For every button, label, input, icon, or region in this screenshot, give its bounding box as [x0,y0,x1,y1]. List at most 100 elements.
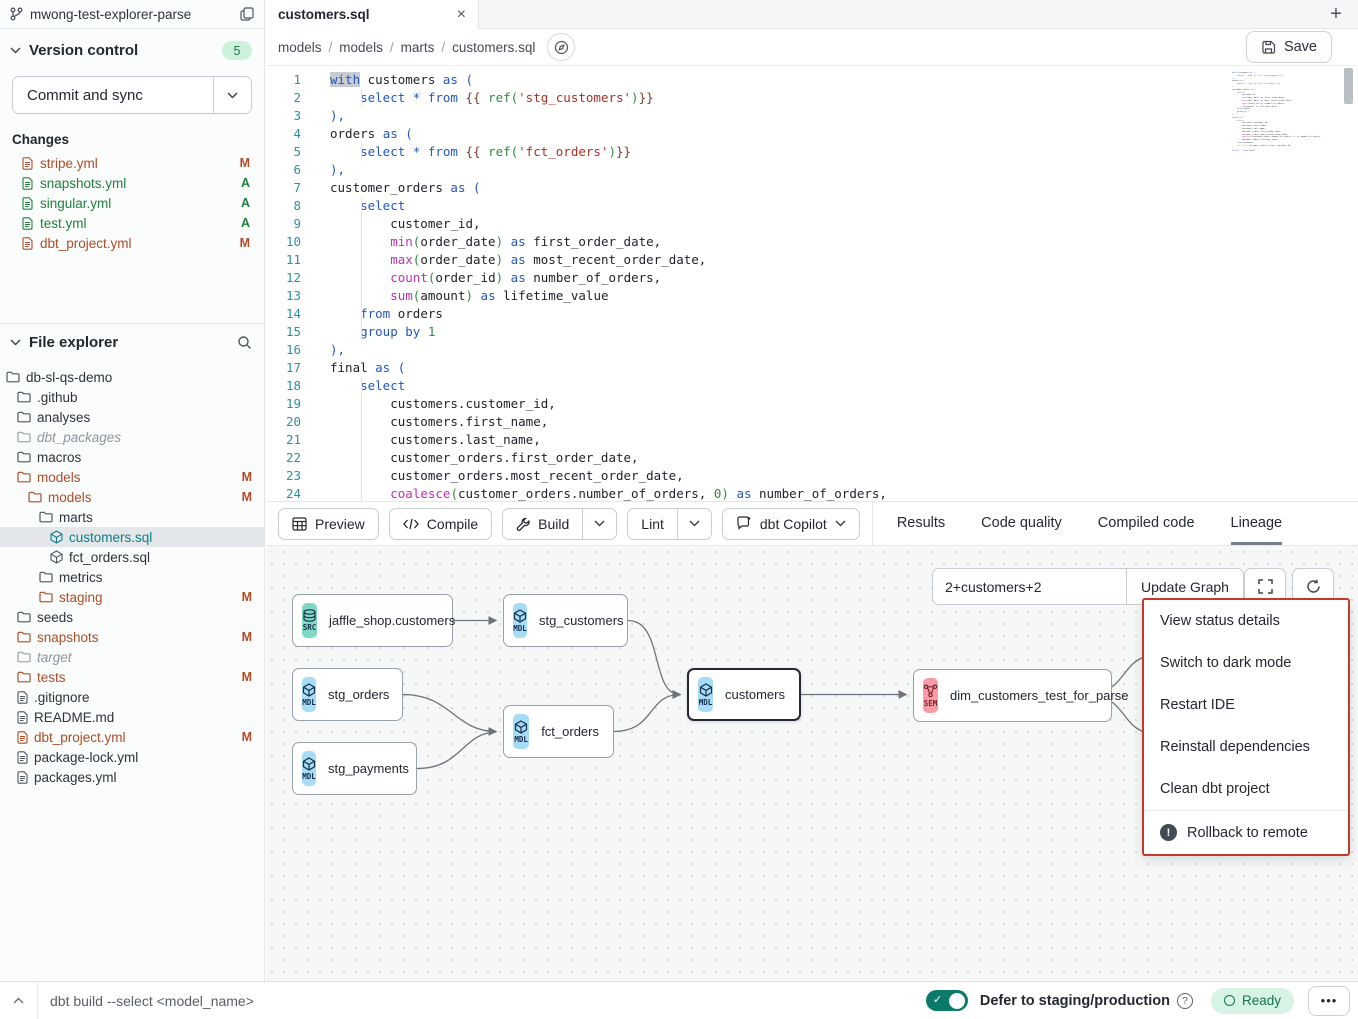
lineage-node-stg-customers[interactable]: MDL stg_customers [503,594,628,647]
defer-toggle[interactable]: ✓ [926,990,968,1011]
code-line[interactable]: from orders [330,305,1358,323]
breadcrumb-item[interactable]: models [339,40,383,55]
code-line[interactable]: select * from {{ ref('stg_customers')}} [330,89,1358,107]
dbt-copilot-button[interactable]: dbt Copilot [722,508,860,540]
file-tree-item-readme-md[interactable]: README.md [0,707,264,727]
file-tree-item-metrics[interactable]: metrics [0,567,264,587]
code-line[interactable]: count(order_id) as number_of_orders, [330,269,1358,287]
changed-file-row[interactable]: dbt_project.yml M [0,233,264,253]
file-tree-item-models[interactable]: modelsM [0,467,264,487]
scrollbar-thumb[interactable] [1344,68,1353,104]
more-options-button[interactable]: ••• [1308,986,1350,1016]
file-tree-item-analyses[interactable]: analyses [0,407,264,427]
breadcrumb-item[interactable]: customers.sql [452,40,535,55]
tab-compiled-code[interactable]: Compiled code [1098,502,1195,545]
lineage-node-stg-orders[interactable]: MDL stg_orders [292,668,403,721]
preview-button[interactable]: Preview [278,508,379,540]
code-line[interactable]: sum(amount) as lifetime_value [330,287,1358,305]
lineage-node-stg-payments[interactable]: MDL stg_payments [292,742,417,795]
file-tree-item-tests[interactable]: testsM [0,667,264,687]
code-line[interactable]: customer_orders.first_order_date, [330,449,1358,467]
tab-code-quality[interactable]: Code quality [981,502,1062,545]
file-tree-item-seeds[interactable]: seeds [0,607,264,627]
menu-item-view-status-details[interactable]: View status details [1144,600,1348,642]
menu-item-reinstall-dependencies[interactable]: Reinstall dependencies [1144,726,1348,768]
code-line[interactable]: ), [330,107,1358,125]
build-button[interactable]: Build [503,509,582,539]
file-tree-item-fct-orders-sql[interactable]: fct_orders.sql [0,547,264,567]
commit-and-sync-button[interactable]: Commit and sync [13,77,213,113]
file-tree-item-db-sl-qs-demo[interactable]: db-sl-qs-demo [0,367,264,387]
new-tab-button[interactable]: + [1314,0,1358,28]
code-line[interactable]: coalesce(customer_orders.number_of_order… [330,485,1358,501]
code-line[interactable]: customers.first_name, [330,413,1358,431]
file-tree-item-models[interactable]: modelsM [0,487,264,507]
lineage-node-customers[interactable]: MDL customers [687,668,801,721]
code-line[interactable]: customer_id, [330,215,1358,233]
save-button[interactable]: Save [1246,31,1332,63]
code-line[interactable]: max(order_date) as most_recent_order_dat… [330,251,1358,269]
search-icon[interactable] [237,335,252,350]
file-tree-item-dbt-project-yml[interactable]: dbt_project.ymlM [0,727,264,747]
menu-item-switch-to-dark-mode[interactable]: Switch to dark mode [1144,642,1348,684]
lineage-selector-input[interactable] [933,569,1126,604]
code-line[interactable]: group by 1 [330,323,1358,341]
file-tree-item--gitignore[interactable]: .gitignore [0,687,264,707]
editor-scrollbar[interactable] [1343,66,1354,501]
code-line[interactable]: select * from {{ ref('fct_orders')}} [330,143,1358,161]
file-tree-item-snapshots[interactable]: snapshotsM [0,627,264,647]
code-line[interactable]: customers.customer_id, [330,395,1358,413]
compile-button[interactable]: Compile [389,508,492,540]
file-tree-item-marts[interactable]: marts [0,507,264,527]
help-icon[interactable]: ? [1177,993,1193,1009]
changed-file-row[interactable]: stripe.yml M [0,153,264,173]
lint-button[interactable]: Lint [628,509,677,539]
build-options-caret[interactable] [582,509,616,539]
code-editor[interactable]: 1234567891011121314151617181920212223242… [266,66,1358,501]
lineage-panel[interactable]: SRC jaffle_shop.customers MDL stg_custom… [266,546,1358,981]
changed-file-row[interactable]: test.yml A [0,213,264,233]
file-tree-item--github[interactable]: .github [0,387,264,407]
breadcrumb-item[interactable]: models [278,40,322,55]
commit-options-caret[interactable] [213,77,251,113]
changed-file-row[interactable]: singular.yml A [0,193,264,213]
tab-customers-sql[interactable]: customers.sql × [266,0,479,29]
code-line[interactable]: customer_orders.most_recent_order_date, [330,467,1358,485]
close-tab-icon[interactable]: × [457,7,466,23]
file-tree-item-staging[interactable]: stagingM [0,587,264,607]
code-content[interactable]: with customers as ( select * from {{ ref… [314,66,1358,501]
menu-item-clean-dbt-project[interactable]: Clean dbt project [1144,768,1348,810]
menu-item-restart-ide[interactable]: Restart IDE [1144,684,1348,726]
code-line[interactable]: with customers as ( [330,71,1358,89]
code-line[interactable]: select [330,377,1358,395]
copy-icon[interactable] [240,7,254,21]
file-tree-item-packages-yml[interactable]: packages.yml [0,767,264,787]
code-line[interactable]: ), [330,341,1358,359]
file-tree-item-dbt-packages[interactable]: dbt_packages [0,427,264,447]
file-tree-item-customers-sql[interactable]: customers.sql [0,527,264,547]
version-control-header[interactable]: Version control 5 [0,29,264,68]
lineage-node-jaffle-shop-customers[interactable]: SRC jaffle_shop.customers [292,594,453,647]
tab-lineage[interactable]: Lineage [1231,502,1283,545]
code-line[interactable]: final as ( [330,359,1358,377]
code-line[interactable]: customers.last_name, [330,431,1358,449]
command-input[interactable]: dbt build --select <model_name> [50,993,926,1009]
file-tree-item-target[interactable]: target [0,647,264,667]
file-tree-item-macros[interactable]: macros [0,447,264,467]
file-tree-item-package-lock-yml[interactable]: package-lock.yml [0,747,264,767]
menu-item-rollback-to-remote[interactable]: !Rollback to remote [1144,810,1348,854]
code-line[interactable]: customer_orders as ( [330,179,1358,197]
breadcrumb-item[interactable]: marts [401,40,435,55]
changed-file-row[interactable]: snapshots.yml A [0,173,264,193]
code-line[interactable]: min(order_date) as first_order_date, [330,233,1358,251]
code-line[interactable]: select [330,197,1358,215]
lineage-node-fct-orders[interactable]: MDL fct_orders [503,705,614,758]
file-explorer-header[interactable]: File explorer [0,324,264,359]
code-line[interactable]: orders as ( [330,125,1358,143]
lineage-node-dim-customers-test-for-parse[interactable]: SEM dim_customers_test_for_parse [913,669,1112,722]
lint-options-caret[interactable] [677,509,711,539]
tab-results[interactable]: Results [897,502,945,545]
expand-command-panel-icon[interactable] [0,982,38,1019]
code-line[interactable]: ), [330,161,1358,179]
open-in-explorer-icon[interactable] [547,33,575,61]
